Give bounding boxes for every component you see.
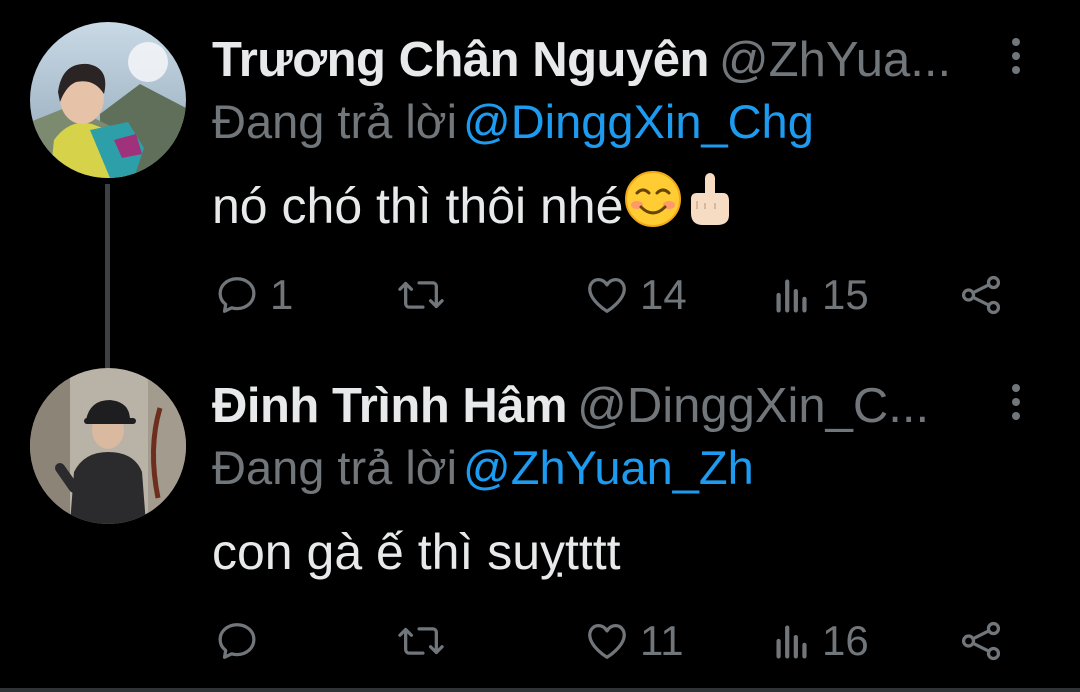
display-name[interactable]: Đinh Trình Hâm bbox=[212, 379, 568, 433]
reply-count: 1 bbox=[270, 271, 294, 318]
replying-prefix: Đang trả lời bbox=[212, 441, 458, 494]
tweet-text-content: con gà ế thì suỵtttt bbox=[212, 524, 621, 580]
tweet-header: Đinh Trình Hâm @DinggXin_C... bbox=[212, 376, 1012, 436]
handle[interactable]: @DinggXin_C... bbox=[577, 379, 929, 433]
action-bar: 1 14 15 bbox=[212, 268, 1012, 322]
retweet-button[interactable] bbox=[396, 268, 456, 322]
retweet-icon bbox=[398, 281, 444, 309]
avatar[interactable] bbox=[30, 368, 186, 524]
views-count: 15 bbox=[822, 271, 869, 318]
heart-icon bbox=[588, 624, 626, 659]
handle[interactable]: @ZhYua... bbox=[719, 33, 951, 87]
tweet[interactable]: Trương Chân Nguyên @ZhYua... Đang trả lời… bbox=[0, 0, 1080, 368]
divider bbox=[0, 688, 1080, 692]
action-bar: 11 16 bbox=[212, 614, 1012, 668]
tweet-text: con gà ế thì suỵtttt bbox=[212, 522, 621, 582]
retweet-button[interactable] bbox=[396, 614, 456, 668]
middle-finger-icon bbox=[683, 169, 735, 242]
tweet-text-content: nó chó thì thôi nhé bbox=[212, 178, 624, 234]
avatar[interactable] bbox=[30, 22, 186, 178]
more-options-icon[interactable] bbox=[1004, 38, 1028, 82]
share-icon bbox=[961, 621, 1001, 661]
heart-icon bbox=[588, 278, 626, 313]
reply-icon bbox=[218, 277, 256, 313]
views-count: 16 bbox=[822, 617, 869, 664]
like-count: 14 bbox=[640, 271, 687, 318]
views-button[interactable]: 16 bbox=[772, 614, 869, 668]
replying-to: Đang trả lời @ZhYuan_Zh bbox=[212, 438, 754, 498]
mention-link[interactable]: @ZhYuan_Zh bbox=[463, 441, 754, 494]
reply-button[interactable]: 1 bbox=[214, 268, 293, 322]
share-button[interactable] bbox=[958, 614, 1004, 668]
like-button[interactable]: 14 bbox=[584, 268, 687, 322]
views-icon bbox=[776, 625, 807, 659]
reply-icon bbox=[218, 623, 256, 659]
reply-button[interactable] bbox=[214, 614, 270, 668]
thread-line bbox=[105, 184, 110, 368]
replying-to: Đang trả lời @DinggXin_Chg bbox=[212, 92, 814, 152]
like-button[interactable]: 11 bbox=[584, 614, 684, 668]
display-name[interactable]: Trương Chân Nguyên bbox=[212, 33, 709, 87]
like-count: 11 bbox=[640, 617, 684, 664]
views-button[interactable]: 15 bbox=[772, 268, 869, 322]
replying-prefix: Đang trả lời bbox=[212, 95, 458, 148]
mention-link[interactable]: @DinggXin_Chg bbox=[463, 95, 814, 148]
more-options-icon[interactable] bbox=[1004, 384, 1028, 428]
share-button[interactable] bbox=[958, 268, 1004, 322]
retweet-icon bbox=[398, 627, 444, 655]
tweet[interactable]: Đinh Trình Hâm @DinggXin_C... Đang trả lờ… bbox=[0, 346, 1080, 692]
tweet-header: Trương Chân Nguyên @ZhYua... bbox=[212, 30, 1012, 90]
tweet-text: nó chó thì thôi nhé bbox=[212, 171, 735, 242]
share-icon bbox=[961, 275, 1001, 315]
views-icon bbox=[776, 279, 807, 313]
smiling-face-icon bbox=[623, 169, 683, 242]
